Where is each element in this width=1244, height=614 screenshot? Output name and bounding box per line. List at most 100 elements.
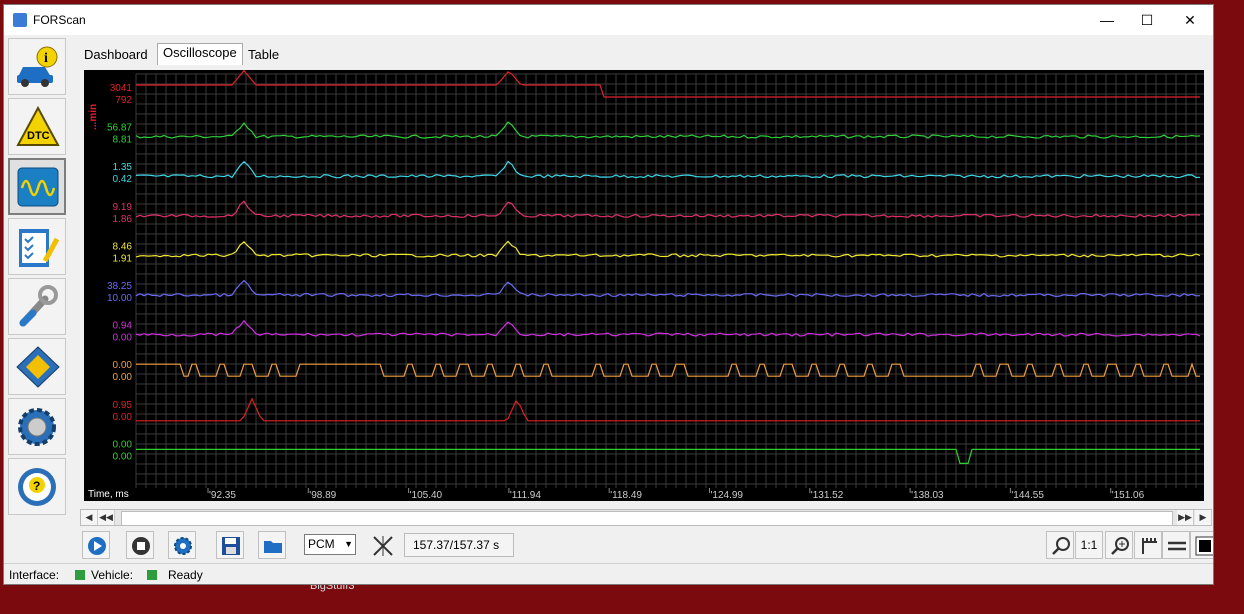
gear-icon [174, 537, 192, 555]
reset-scale-button[interactable] [368, 531, 396, 559]
svg-text:i: i [44, 51, 48, 66]
status-text: Ready [168, 568, 203, 582]
series-max-label: 0.94 [113, 321, 133, 332]
svg-text:?: ? [33, 479, 40, 493]
oscilloscope-icon [17, 167, 59, 207]
x-tick-label: '138.03 [911, 490, 944, 501]
dtc-button[interactable]: DTC [8, 98, 66, 155]
line-icon [1168, 541, 1186, 551]
vehicle-info-button[interactable]: i [8, 38, 66, 95]
oscilloscope-button[interactable] [8, 158, 66, 215]
zoom-out-icon [1052, 537, 1070, 555]
series-max-label: 38.25 [107, 281, 132, 292]
series-max-label: 8.46 [113, 241, 133, 252]
protocol-value: PCM [308, 537, 335, 551]
x-tick-label: '151.06 [1112, 490, 1145, 501]
settings-button[interactable] [8, 398, 66, 455]
series-min-label: 0.00 [113, 333, 133, 344]
zoom-reset-button[interactable]: 1:1 [1075, 531, 1103, 559]
scroll-start-button[interactable]: ◀◀ [98, 510, 115, 525]
scroll-end-button[interactable]: ▶▶ [1177, 510, 1194, 525]
series-min-label: 0.00 [113, 451, 133, 462]
background-color-button[interactable] [1190, 531, 1213, 559]
scroll-left-button[interactable]: ◀ [81, 510, 98, 525]
protocol-select[interactable]: PCM ▼ [304, 534, 356, 555]
x-tick-label: '144.55 [1011, 490, 1044, 501]
series-min-label: 792 [115, 95, 132, 106]
series-max-label: 1.35 [113, 162, 133, 173]
x-tick-label: '118.49 [610, 490, 642, 501]
open-folder-button[interactable] [258, 531, 286, 559]
series-max-label: 0.00 [113, 439, 133, 450]
cross-arrows-icon [373, 536, 393, 556]
interface-label: Interface: [9, 568, 60, 582]
tab-table[interactable]: Table [243, 46, 284, 64]
car-info-icon: i [17, 46, 58, 87]
play-button[interactable] [82, 531, 110, 559]
stop-icon [132, 537, 150, 555]
service-button[interactable] [8, 278, 66, 335]
scroll-right-button[interactable]: ▶ [1195, 510, 1212, 525]
series-min-label: 0.00 [113, 372, 133, 383]
series-max-label: 56.87 [107, 123, 132, 134]
x-tick-label: '111.94 [510, 490, 541, 501]
black-square-icon [1195, 536, 1213, 556]
series-min-label: 0.00 [113, 412, 133, 423]
series-min-label: 1.91 [113, 253, 133, 264]
tests-button[interactable] [8, 218, 66, 275]
x-tick-label: '124.99 [711, 490, 744, 501]
zoom-out-button[interactable] [1046, 531, 1074, 559]
series-max-label: 0.95 [113, 400, 133, 411]
svg-text:DTC: DTC [27, 130, 50, 142]
checklist-icon [19, 229, 60, 267]
time-readout: 157.37/157.37 s [404, 533, 514, 557]
folder-icon [264, 541, 282, 553]
settings-gear-button[interactable] [168, 531, 196, 559]
oscilloscope-chart[interactable]: 3041 792 56.87 8.81 1.35 0.42 9.19 1.86 8.46 1.91… [84, 69, 1204, 501]
close-button[interactable]: ✕ [1167, 5, 1213, 35]
x-axis-label: Time, ms [88, 489, 129, 500]
zoom-in-button[interactable] [1105, 531, 1133, 559]
maximize-button[interactable]: ☐ [1124, 5, 1170, 35]
help-button[interactable]: ? [8, 458, 66, 515]
forscan-window: FORScan — ☐ ✕ i DTC ? Dashboard Oscillos… [3, 4, 1214, 585]
dtc-icon: DTC [16, 105, 60, 146]
x-tick-label: '131.52 [811, 490, 844, 501]
ruler-icon [1142, 538, 1157, 554]
x-tick-label: '98.89 [309, 490, 336, 501]
series-min-label: 0.42 [113, 174, 133, 185]
wrench-icon [19, 285, 58, 327]
tab-oscilloscope[interactable]: Oscilloscope [157, 43, 243, 65]
app-icon [13, 13, 27, 27]
series-max-label: 9.19 [113, 202, 133, 213]
save-button[interactable] [216, 531, 244, 559]
status-bar: Interface: Vehicle: Ready [4, 563, 1213, 584]
x-tick-label: '92.35 [209, 490, 236, 501]
vertical-scale-button[interactable] [1134, 531, 1162, 559]
series-min-label: 8.81 [113, 135, 133, 146]
series-min-label: 1.86 [113, 214, 133, 225]
axis-label: ...min [88, 104, 99, 130]
configuration-button[interactable] [8, 338, 66, 395]
toolbar: PCM ▼ 157.37/157.37 s 1:1 [80, 531, 1213, 559]
oscilloscope-svg: 3041792 56.878.81 1.350.42 9.191.86 8.461.91… [88, 69, 1204, 501]
series-min-label: 10.00 [107, 293, 132, 304]
gear-icon [18, 408, 56, 446]
horizontal-scrollbar[interactable]: ◀ ◀◀ ▶▶ ▶ [80, 509, 1212, 526]
interface-indicator [75, 570, 85, 580]
series-max-label: 0.00 [113, 360, 133, 371]
vehicle-indicator [147, 570, 157, 580]
sidebar: i DTC ? [6, 36, 70, 516]
play-icon [88, 537, 106, 555]
x-tick-label: '105.40 [410, 490, 443, 501]
scroll-thumb[interactable] [121, 511, 1173, 526]
tab-dashboard[interactable]: Dashboard [79, 46, 153, 64]
chip-icon [16, 346, 60, 388]
line-width-button[interactable] [1162, 531, 1190, 559]
zoom-in-icon [1111, 537, 1129, 555]
series-max-label: 3041 [110, 83, 133, 94]
vehicle-label: Vehicle: [91, 568, 134, 582]
stop-button[interactable] [126, 531, 154, 559]
floppy-disk-icon [222, 537, 240, 555]
steering-help-icon: ? [18, 468, 56, 506]
